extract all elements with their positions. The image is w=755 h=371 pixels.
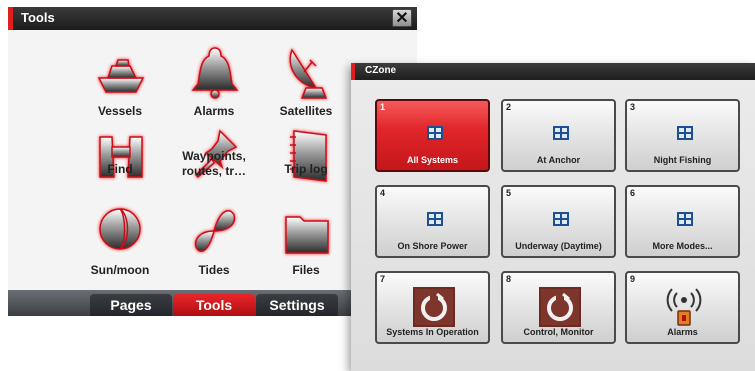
tools-titlebar: Tools ✕ xyxy=(8,7,417,30)
tool-label-line2: routes, tr… xyxy=(181,164,246,178)
tab-pages[interactable]: Pages xyxy=(90,294,172,316)
satellite-dish-icon xyxy=(289,48,328,99)
vessel-icon xyxy=(97,59,145,93)
tool-sun-moon[interactable]: Sun/moon xyxy=(72,203,168,283)
mode-button-more-modes[interactable]: 6 More Modes... xyxy=(625,185,740,258)
tool-find[interactable]: Find xyxy=(72,127,168,207)
mode-label: All Systems xyxy=(406,155,459,165)
tool-alarms[interactable]: Alarms xyxy=(166,44,262,124)
mode-label: At Anchor xyxy=(536,155,581,165)
mode-number: 3 xyxy=(630,102,636,112)
tool-label: Sun/moon xyxy=(90,263,150,277)
tool-label: Tides xyxy=(198,263,230,277)
tool-label: Find xyxy=(107,162,133,176)
mode-button-all-systems[interactable]: 1 All Systems xyxy=(375,99,490,172)
mode-number: 8 xyxy=(506,274,512,284)
tool-vessels[interactable]: Vessels xyxy=(72,44,168,124)
mode-number: 5 xyxy=(506,188,512,198)
mode-number: 7 xyxy=(380,274,386,284)
tool-label: Satellites xyxy=(279,104,333,118)
grid-icon xyxy=(427,212,443,226)
mode-button-at-anchor[interactable]: 2 At Anchor xyxy=(501,99,616,172)
mode-button-on-shore-power[interactable]: 4 On Shore Power xyxy=(375,185,490,258)
close-icon[interactable]: ✕ xyxy=(392,9,412,27)
grid-icon xyxy=(553,126,569,140)
tools-title: Tools xyxy=(21,10,55,25)
power-icon xyxy=(413,287,455,327)
title-accent xyxy=(351,63,355,80)
mode-button-night-fishing[interactable]: 3 Night Fishing xyxy=(625,99,740,172)
tool-label: Vessels xyxy=(97,104,143,118)
tool-label: Alarms xyxy=(193,104,235,118)
tool-files[interactable]: Files xyxy=(258,203,354,283)
mode-button-alarms[interactable]: 9 Alarms xyxy=(625,271,740,344)
mode-label: Alarms xyxy=(667,327,698,337)
bell-icon xyxy=(191,47,239,99)
tool-satellites[interactable]: Satellites xyxy=(258,44,354,124)
mode-number: 2 xyxy=(506,102,512,112)
grid-icon xyxy=(677,212,693,226)
tab-tools[interactable]: Tools xyxy=(173,294,255,316)
mode-label: Night Fishing xyxy=(653,155,712,165)
grid-icon xyxy=(677,126,693,140)
tab-settings[interactable]: Settings xyxy=(256,294,338,316)
title-accent xyxy=(8,7,13,30)
tool-label: Trip log xyxy=(284,162,328,176)
sun-moon-icon xyxy=(99,208,141,250)
czone-window: CZone 1 All Systems 2 At Anchor 3 Night … xyxy=(351,63,755,371)
tool-tides[interactable]: Tides xyxy=(166,203,262,283)
mode-number: 4 xyxy=(380,188,386,198)
mode-label: Underway (Daytime) xyxy=(515,241,602,251)
mode-button-underway[interactable]: 5 Underway (Daytime) xyxy=(501,185,616,258)
mode-button-systems-in-operation[interactable]: 7 Systems In Operation xyxy=(375,271,490,344)
tool-label: Files xyxy=(292,263,320,277)
mode-label: On Shore Power xyxy=(397,241,468,251)
grid-icon xyxy=(427,126,443,140)
tool-waypoints[interactable]: Waypoints, routes, tr… xyxy=(166,127,262,207)
mode-number: 9 xyxy=(630,274,636,284)
grid-icon xyxy=(553,212,569,226)
alarm-sensor-icon xyxy=(666,288,702,326)
mode-label: More Modes... xyxy=(652,241,713,251)
tool-trip-log[interactable]: Trip log xyxy=(258,127,354,207)
mode-number: 1 xyxy=(380,102,386,112)
power-icon xyxy=(539,287,581,327)
mode-button-control-monitor[interactable]: 8 Control, Monitor xyxy=(501,271,616,344)
tide-wave-icon xyxy=(194,210,236,252)
czone-title: CZone xyxy=(365,65,397,76)
mode-number: 6 xyxy=(630,188,636,198)
folder-icon xyxy=(285,216,329,254)
mode-label: Control, Monitor xyxy=(523,327,594,337)
tool-label: Waypoints, xyxy=(182,149,246,163)
mode-label: Systems In Operation xyxy=(386,327,479,337)
czone-titlebar: CZone xyxy=(351,63,755,80)
